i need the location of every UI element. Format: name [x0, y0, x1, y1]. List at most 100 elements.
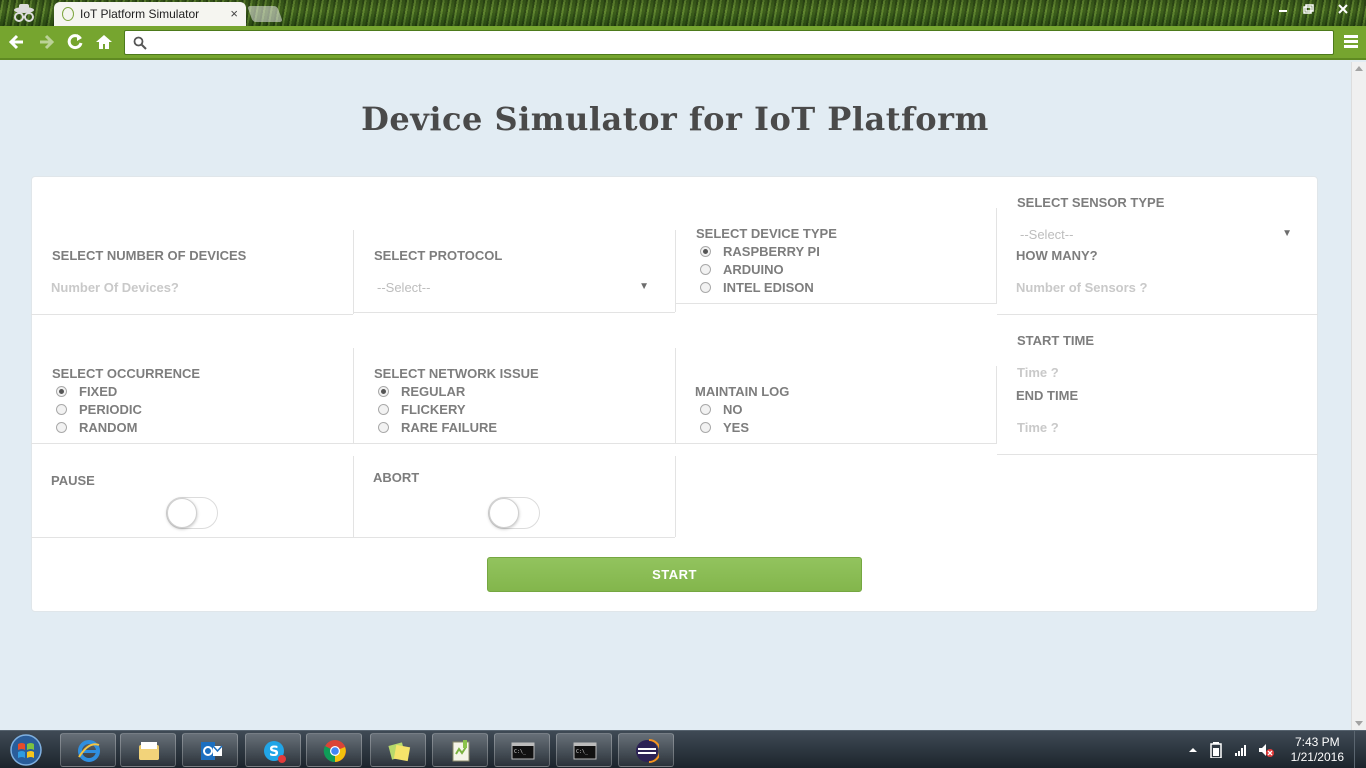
start-button[interactable]: START — [487, 557, 862, 592]
windows-start-icon[interactable] — [6, 733, 46, 767]
radio-button[interactable] — [56, 404, 67, 415]
sensor-type-select[interactable]: --Select-- ▼ — [1020, 227, 1292, 242]
taskbar-notepad-plus-plus[interactable] — [432, 733, 488, 767]
restore-icon[interactable] — [1296, 0, 1322, 18]
device-type-intel-edison[interactable]: INTEL EDISON — [700, 280, 814, 295]
radio-button[interactable] — [378, 422, 389, 433]
page-scrollbar[interactable] — [1351, 62, 1366, 730]
pause-label: PAUSE — [51, 473, 95, 488]
radio-label: FLICKERY — [401, 402, 466, 417]
new-tab-button[interactable] — [247, 6, 283, 22]
divider — [353, 348, 354, 443]
divider — [353, 230, 354, 314]
radio-button[interactable] — [378, 404, 389, 415]
taskbar-sticky-notes[interactable] — [370, 733, 426, 767]
network-flickery[interactable]: FLICKERY — [378, 402, 466, 417]
reload-icon[interactable] — [65, 32, 85, 52]
num-devices-label: SELECT NUMBER OF DEVICES — [52, 248, 247, 263]
radio-button[interactable] — [700, 404, 711, 415]
radio-button[interactable] — [56, 386, 67, 397]
radio-button[interactable] — [378, 386, 389, 397]
chrome-menu-icon[interactable] — [1344, 35, 1358, 49]
scroll-up-icon[interactable] — [1355, 66, 1363, 71]
clock-date: 1/21/2016 — [1290, 750, 1344, 764]
device-type-raspberry-pi[interactable]: RASPBERRY PI — [700, 244, 820, 259]
taskbar-eclipse[interactable] — [618, 733, 674, 767]
radio-label: RASPBERRY PI — [723, 244, 820, 259]
taskbar-internet-explorer[interactable] — [60, 733, 116, 767]
taskbar-command-prompt[interactable]: C:\_ — [494, 733, 550, 767]
scroll-down-icon[interactable] — [1355, 721, 1363, 726]
device-type-label: SELECT DEVICE TYPE — [696, 226, 837, 241]
back-icon[interactable] — [7, 32, 27, 52]
num-devices-input[interactable]: Number Of Devices? — [51, 280, 179, 295]
taskbar-file-explorer[interactable] — [120, 733, 176, 767]
chrome-icon — [323, 740, 346, 763]
taskbar-outlook[interactable] — [182, 733, 238, 767]
system-clock[interactable]: 7:43 PM 1/21/2016 — [1291, 735, 1344, 765]
address-bar[interactable] — [124, 30, 1334, 55]
protocol-select[interactable]: --Select-- ▼ — [377, 280, 649, 295]
page-title: Device Simulator for IoT Platform — [361, 100, 989, 138]
radio-button[interactable] — [700, 282, 711, 293]
sensor-type-label: SELECT SENSOR TYPE — [1017, 195, 1165, 210]
network-signal-icon[interactable] — [1234, 743, 1248, 757]
minimize-icon[interactable] — [1270, 0, 1296, 18]
num-sensors-input[interactable]: Number of Sensors ? — [1016, 280, 1147, 295]
chevron-down-icon: ▼ — [1282, 228, 1292, 239]
radio-button[interactable] — [700, 246, 711, 257]
svg-text:C:\_: C:\_ — [576, 749, 589, 755]
volume-muted-icon[interactable] — [1258, 742, 1274, 758]
forward-icon[interactable] — [36, 32, 56, 52]
taskbar-skype[interactable]: S — [245, 733, 301, 767]
occurrence-random[interactable]: RANDOM — [56, 420, 138, 435]
eclipse-icon — [636, 739, 659, 763]
start-time-input[interactable]: Time ? — [1017, 365, 1059, 380]
command-prompt-icon: C:\_ — [511, 742, 535, 760]
network-issue-label: SELECT NETWORK ISSUE — [374, 366, 539, 381]
search-icon — [133, 36, 147, 50]
radio-label: REGULAR — [401, 384, 466, 399]
folder-icon — [139, 742, 159, 760]
taskbar-chrome[interactable] — [306, 733, 362, 767]
divider — [675, 348, 676, 443]
battery-icon[interactable] — [1210, 742, 1222, 758]
tab-title: IoT Platform Simulator — [80, 7, 200, 21]
page-favicon — [62, 7, 74, 21]
occurrence-fixed[interactable]: FIXED — [56, 384, 117, 399]
pause-toggle[interactable] — [166, 497, 218, 529]
radio-button[interactable] — [700, 422, 711, 433]
divider — [675, 230, 676, 312]
device-type-arduino[interactable]: ARDUINO — [700, 262, 784, 277]
maintain-log-label: MAINTAIN LOG — [695, 384, 790, 399]
taskbar-command-prompt-2[interactable]: C:\_ — [556, 733, 612, 767]
show-hidden-icons-icon[interactable] — [1188, 745, 1198, 755]
home-icon[interactable] — [94, 32, 114, 52]
divider — [353, 443, 675, 444]
maintain-log-no[interactable]: NO — [700, 402, 743, 417]
internet-explorer-icon — [78, 740, 100, 762]
radio-button[interactable] — [56, 422, 67, 433]
occurrence-periodic[interactable]: PERIODIC — [56, 402, 142, 417]
window-controls — [1270, 0, 1364, 18]
abort-toggle[interactable] — [488, 497, 540, 529]
radio-button[interactable] — [700, 264, 711, 275]
radio-label: NO — [723, 402, 743, 417]
maintain-log-yes[interactable]: YES — [700, 420, 749, 435]
show-desktop-button[interactable] — [1354, 731, 1366, 768]
radio-label: ARDUINO — [723, 262, 784, 277]
network-regular[interactable]: REGULAR — [378, 384, 465, 399]
notepad-plus-plus-icon — [452, 740, 470, 762]
outlook-icon — [201, 742, 223, 760]
clock-time: 7:43 PM — [1294, 735, 1340, 749]
radio-label: FIXED — [79, 384, 118, 399]
radio-label: INTEL EDISON — [723, 280, 814, 295]
browser-tab-active[interactable]: IoT Platform Simulator × — [54, 2, 246, 26]
end-time-input[interactable]: Time ? — [1017, 420, 1059, 435]
divider — [31, 314, 353, 315]
close-window-icon[interactable] — [1322, 0, 1364, 18]
toggle-knob — [489, 498, 519, 528]
divider — [675, 443, 997, 444]
network-rare-failure[interactable]: RARE FAILURE — [378, 420, 497, 435]
tab-close-icon[interactable]: × — [230, 6, 238, 21]
